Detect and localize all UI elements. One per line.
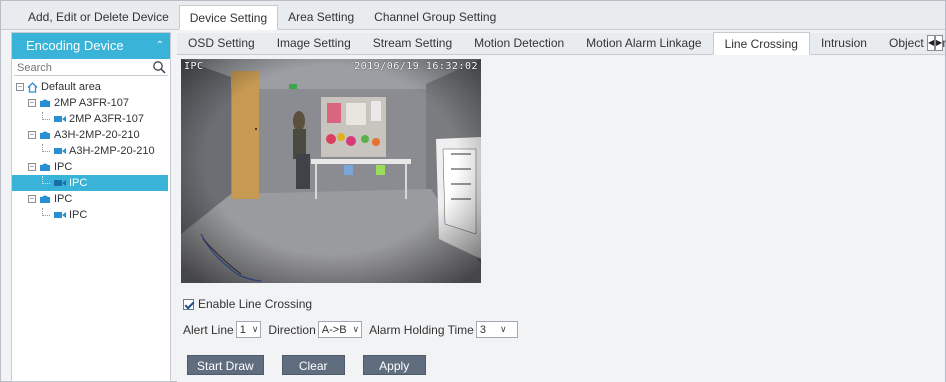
tree-item-channel-selected[interactable]: IPC: [12, 175, 168, 191]
tree-item-device[interactable]: – IPC: [12, 159, 168, 175]
tab-osd-setting[interactable]: OSD Setting: [177, 32, 266, 54]
tree-item-channel[interactable]: IPC: [12, 207, 168, 223]
tab-motion-detection[interactable]: Motion Detection: [463, 32, 575, 54]
panel-title: Encoding Device: [26, 38, 124, 53]
enable-line-crossing-label: Enable Line Crossing: [198, 297, 313, 311]
chevron-down-icon: ∨: [352, 324, 360, 334]
alert-line-label: Alert Line: [183, 322, 234, 337]
tree-item-label: A3H-2MP-20-210: [69, 145, 155, 157]
direction-value: A->B: [321, 323, 347, 336]
device-icon: [40, 195, 50, 203]
tab-image-setting[interactable]: Image Setting: [266, 32, 362, 54]
tab-scroll-buttons: ◀ ▶: [927, 35, 943, 51]
enable-line-crossing-checkbox[interactable]: [183, 298, 194, 310]
tab-intrusion[interactable]: Intrusion: [810, 32, 878, 54]
tab-line-crossing[interactable]: Line Crossing: [712, 32, 810, 55]
tab-motion-alarm-linkage[interactable]: Motion Alarm Linkage: [575, 32, 712, 54]
apply-button[interactable]: Apply: [362, 355, 426, 375]
device-icon: [40, 131, 50, 139]
collapse-toggle-icon[interactable]: –: [28, 99, 36, 107]
collapse-toggle-icon[interactable]: –: [28, 131, 36, 139]
line-crossing-panel: IPC 2019/06/19 16:32:02 Enable Line Cros…: [177, 56, 945, 382]
start-draw-button[interactable]: Start Draw: [187, 355, 264, 375]
alarm-holding-time-value: 3: [479, 323, 486, 336]
tree-item-device[interactable]: – IPC: [12, 191, 168, 207]
enable-line-crossing-row[interactable]: Enable Line Crossing: [183, 297, 312, 311]
tree-item-device[interactable]: – A3H-2MP-20-210: [12, 127, 168, 143]
direction-label: Direction: [268, 322, 316, 337]
collapse-toggle-icon[interactable]: –: [28, 163, 36, 171]
chevron-down-icon: ∨: [499, 324, 507, 334]
alarm-holding-time-select[interactable]: 3 ∨: [475, 321, 518, 338]
tree-item-label: IPC: [69, 177, 88, 189]
tree-item-device[interactable]: – 2MP A3FR-107: [12, 95, 168, 111]
tab-stream-setting[interactable]: Stream Setting: [362, 32, 463, 54]
top-tab-bar: Add, Edit or Delete Device Device Settin…: [1, 1, 945, 30]
tree-connector: [42, 144, 50, 152]
tree-connector: [42, 176, 50, 184]
alarm-holding-time-label: Alarm Holding Time: [369, 322, 474, 337]
clear-button[interactable]: Clear: [281, 355, 345, 375]
line-params-row: Alert Line 1 ∨ Direction A->B ∨ Alarm Ho…: [183, 321, 525, 338]
tree-item-channel[interactable]: A3H-2MP-20-210: [12, 143, 168, 159]
tree-item-label: IPC: [54, 193, 73, 205]
tree-connector: [42, 208, 50, 216]
home-icon: [27, 81, 38, 93]
device-panel: Encoding Device ⌃ – Default area –: [11, 32, 171, 382]
device-icon: [40, 99, 50, 107]
alert-line-value: 1: [239, 323, 246, 336]
alert-line-select[interactable]: 1 ∨: [235, 321, 262, 338]
tree-item-label: Default area: [41, 81, 101, 93]
tree-item-label: IPC: [69, 209, 88, 221]
tree-item-label: A3H-2MP-20-210: [54, 129, 140, 141]
camera-scene-image: [181, 59, 481, 283]
action-buttons: Start Draw Clear Apply: [187, 355, 444, 375]
app-window: Add, Edit or Delete Device Device Settin…: [0, 0, 946, 382]
chevron-down-icon: ∨: [251, 324, 259, 334]
panel-header[interactable]: Encoding Device ⌃: [12, 33, 170, 59]
camera-icon: [54, 116, 66, 122]
direction-select[interactable]: A->B ∨: [317, 321, 363, 338]
tab-area-setting[interactable]: Area Setting: [278, 5, 364, 29]
device-icon: [40, 163, 50, 171]
tree-item-default-area[interactable]: – Default area: [12, 79, 168, 95]
scroll-left-icon[interactable]: ◀: [927, 35, 935, 51]
search-input[interactable]: [14, 60, 168, 76]
camera-icon: [54, 180, 66, 186]
tab-add-edit-delete-device[interactable]: Add, Edit or Delete Device: [18, 5, 179, 29]
search-box: [14, 60, 168, 76]
tab-channel-group-setting[interactable]: Channel Group Setting: [364, 5, 506, 29]
tree-connector: [42, 112, 50, 120]
collapse-icon[interactable]: ⌃: [156, 33, 164, 59]
tree-item-label: 2MP A3FR-107: [54, 97, 130, 109]
camera-icon: [54, 148, 66, 154]
tree-item-label: 2MP A3FR-107: [69, 113, 145, 125]
collapse-toggle-icon[interactable]: –: [16, 83, 24, 91]
tab-device-setting[interactable]: Device Setting: [178, 5, 279, 30]
collapse-toggle-icon[interactable]: –: [28, 195, 36, 203]
camera-preview[interactable]: IPC 2019/06/19 16:32:02: [181, 59, 481, 283]
search-icon[interactable]: [152, 60, 166, 74]
tree-item-label: IPC: [54, 161, 73, 173]
tree-item-channel[interactable]: 2MP A3FR-107: [12, 111, 168, 127]
scroll-right-icon[interactable]: ▶: [935, 35, 943, 51]
osd-channel-name: IPC: [184, 61, 204, 72]
camera-icon: [54, 212, 66, 218]
osd-timestamp: 2019/06/19 16:32:02: [354, 61, 478, 72]
settings-tab-bar: OSD Setting Image Setting Stream Setting…: [177, 32, 946, 55]
